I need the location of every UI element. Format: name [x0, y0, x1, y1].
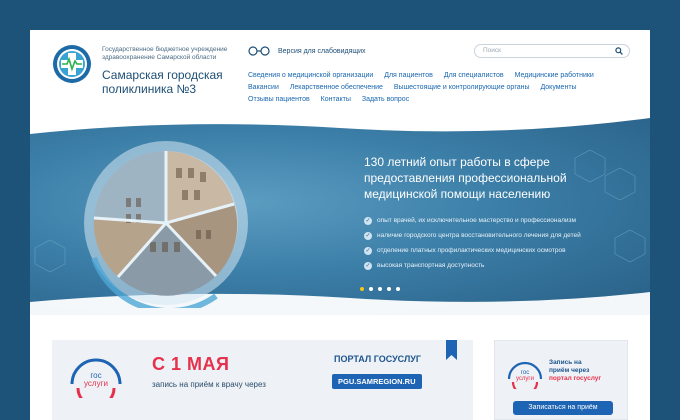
check-icon: ✓ — [364, 246, 372, 255]
hero-bullet-list: ✓ опыт врачей, их исключительное мастерст… — [364, 213, 581, 273]
org-subtitle-line2: здравоохранение Самарской области — [102, 54, 217, 61]
nav-item-vacancies[interactable]: Вакансии — [248, 82, 279, 94]
search-input[interactable]: Поиск — [474, 44, 630, 58]
org-title-line2: поликлиника №3 — [102, 82, 197, 96]
slider-dot-5[interactable] — [396, 287, 400, 291]
bullet-text: наличие городского центра восстановитель… — [377, 232, 581, 239]
bullet-text: высокая транспортная доступность — [377, 262, 485, 269]
banner-headline: С 1 МАЯ — [152, 354, 230, 374]
portal-label: ПОРТАЛ ГОСУСЛУГ — [334, 354, 421, 364]
check-icon: ✓ — [364, 231, 372, 240]
bullet-text: опыт врачей, их исключительное мастерств… — [377, 217, 576, 224]
nav-item-authorities[interactable]: Вышестоящие и контролирующие органы — [394, 82, 530, 94]
nav-item-drug-supply[interactable]: Лекарственное обеспечение — [290, 82, 383, 94]
slider-dot-2[interactable] — [369, 287, 373, 291]
portal-url-link[interactable]: PGU.SAMREGION.RU — [332, 374, 422, 389]
nav-item-ask-question[interactable]: Задать вопрос — [362, 94, 409, 106]
list-item: ✓ опыт врачей, их исключительное мастерст… — [364, 213, 581, 228]
appointment-banner[interactable]: гос услуги Запись на приём через портал … — [494, 340, 628, 420]
nav-item-patients[interactable]: Для пациентов — [384, 70, 433, 82]
page: Государственное бюджетное учреждение здр… — [30, 30, 650, 420]
gosuslugi-logo-icon: гос услуги — [70, 358, 122, 398]
org-title[interactable]: Самарская городская поликлиника №3 — [102, 68, 223, 96]
bullet-text: отделение платных профилактических медиц… — [377, 247, 566, 254]
list-item: ✓ отделение платных профилактических меди… — [364, 243, 581, 258]
org-subtitle-line1: Государственное бюджетное учреждение — [102, 46, 228, 53]
clinic-logo-icon[interactable] — [52, 44, 92, 84]
org-subtitle: Государственное бюджетное учреждение здр… — [102, 46, 252, 62]
nav-item-medical-staff[interactable]: Медицинские работники — [515, 70, 594, 82]
slider-dot-3[interactable] — [378, 287, 382, 291]
gosuslugi-logo-icon: гос услуги — [507, 361, 543, 389]
glasses-icon — [248, 46, 270, 56]
search-icon[interactable] — [615, 47, 623, 55]
org-title-line1: Самарская городская — [102, 68, 223, 82]
gos-logo-word-2: услуги — [516, 376, 534, 382]
bookmark-ribbon-icon — [446, 340, 457, 360]
slider-dot-4[interactable] — [387, 287, 391, 291]
gos-logo-word-2: услуги — [84, 379, 108, 388]
building-collage-image — [84, 141, 248, 308]
nav-item-contacts[interactable]: Контакты — [321, 94, 351, 106]
main-nav: Сведения о медицинской организации Для п… — [248, 70, 638, 106]
appointment-text-line3: портал госуслуг — [549, 375, 602, 382]
low-vision-link[interactable]: Версия для слабовидящих — [248, 46, 366, 56]
nav-item-specialists[interactable]: Для специалистов — [444, 70, 504, 82]
banner-subtitle: запись на приём к врачу через — [152, 380, 266, 389]
slider-dot-1[interactable] — [360, 287, 364, 291]
gosuslugi-banner[interactable]: гос услуги С 1 МАЯ запись на приём к вра… — [52, 340, 473, 420]
nav-item-reviews[interactable]: Отзывы пациентов — [248, 94, 310, 106]
check-icon: ✓ — [364, 261, 372, 270]
site-header: Государственное бюджетное учреждение здр… — [30, 30, 650, 110]
low-vision-label: Версия для слабовидящих — [278, 47, 366, 55]
check-icon: ✓ — [364, 216, 372, 225]
hero-slider[interactable]: 130 летний опыт работы в сфере предостав… — [30, 110, 650, 315]
book-appointment-button[interactable]: Записаться на приём — [513, 401, 613, 415]
search-placeholder: Поиск — [483, 47, 502, 54]
nav-item-org-info[interactable]: Сведения о медицинской организации — [248, 70, 373, 82]
list-item: ✓ наличие городского центра восстановител… — [364, 228, 581, 243]
appointment-text: Запись на приём через портал госуслуг — [549, 359, 601, 383]
nav-item-documents[interactable]: Документы — [540, 82, 576, 94]
appointment-text-line2: приём через — [549, 367, 590, 374]
list-item: ✓ высокая транспортная доступность — [364, 258, 581, 273]
appointment-text-line1: Запись на — [549, 359, 582, 366]
slider-pagination — [360, 287, 400, 291]
hero-title: 130 летний опыт работы в сфере предостав… — [364, 155, 567, 201]
